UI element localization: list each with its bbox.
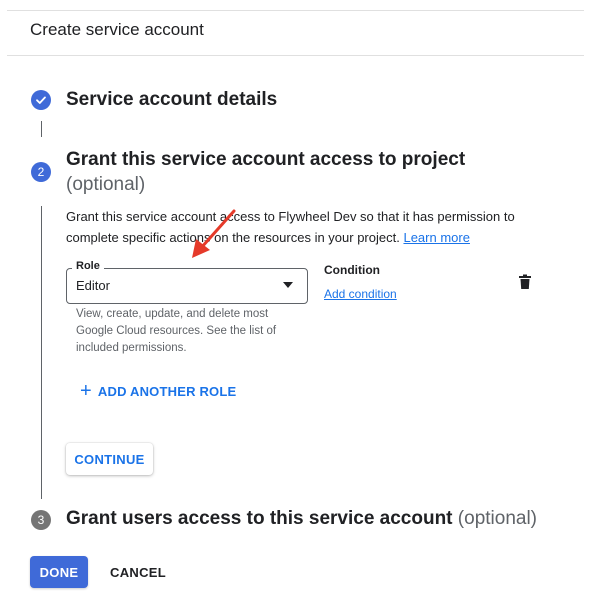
done-button[interactable]: DONE [30, 556, 88, 588]
role-value[interactable]: Editor [76, 278, 110, 293]
top-strip [7, 0, 584, 11]
role-help-text: View, create, update, and delete most Go… [76, 308, 277, 354]
check-icon [36, 96, 46, 104]
step3-number: 3 [31, 510, 51, 530]
role-label: Role [72, 260, 104, 272]
step1-check-icon [31, 90, 51, 110]
step2-description: Grant this service account access to Fly… [66, 206, 536, 248]
trash-icon[interactable] [518, 274, 532, 290]
learn-more-link[interactable]: Learn more [403, 230, 469, 245]
page-title: Create service account [30, 20, 204, 39]
step3-title: Grant users access to this service accou… [66, 508, 453, 529]
step-connector [41, 206, 42, 499]
step2-title: Grant this service account access to pro… [66, 149, 466, 170]
step3-optional: (optional) [457, 508, 538, 529]
add-another-role-button[interactable]: + ADD ANOTHER ROLE [80, 380, 237, 402]
step2-number: 2 [31, 162, 51, 182]
condition-label: Condition [324, 263, 380, 277]
step1-title[interactable]: Service account details [66, 89, 277, 111]
step3-header[interactable]: Grant users access to this service accou… [66, 508, 537, 530]
dialog: Create service account Service account d… [7, 0, 584, 608]
add-condition-link[interactable]: Add condition [324, 287, 397, 301]
continue-button[interactable]: CONTINUE [66, 443, 153, 475]
step2-optional: (optional) [66, 174, 146, 195]
add-role-label: ADD ANOTHER ROLE [97, 383, 237, 399]
cancel-button[interactable]: CANCEL [104, 556, 170, 588]
plus-icon: + [80, 380, 92, 402]
header-divider [7, 55, 584, 56]
step-connector [41, 121, 42, 137]
caret-down-icon[interactable] [283, 282, 293, 288]
